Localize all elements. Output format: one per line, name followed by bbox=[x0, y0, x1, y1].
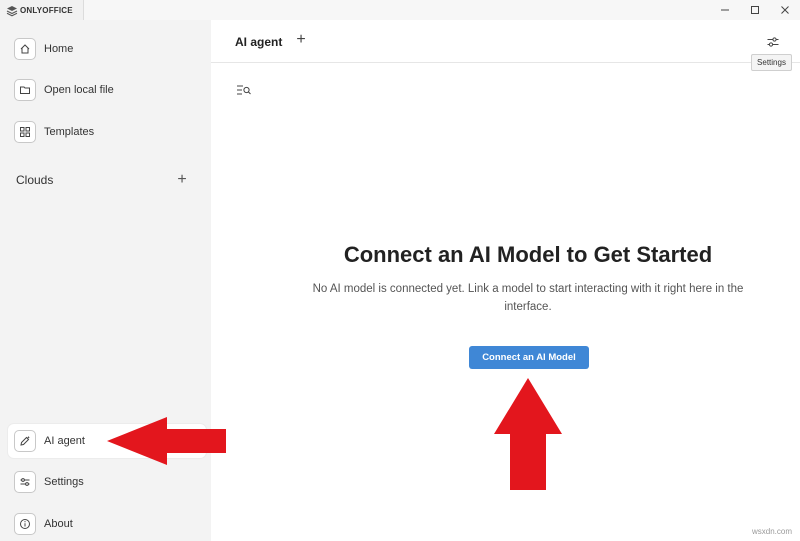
add-cloud-button[interactable]: + bbox=[175, 171, 189, 189]
sidebar-item-label: AI agent bbox=[44, 435, 85, 447]
sidebar-item-label: About bbox=[44, 518, 73, 530]
settings-toggle-button[interactable] bbox=[764, 33, 782, 51]
connect-ai-model-button[interactable]: Connect an AI Model bbox=[469, 346, 589, 369]
settings-sliders-icon bbox=[14, 471, 36, 493]
sidebar-item-templates[interactable]: Templates bbox=[8, 115, 206, 149]
red-arrow-left-icon bbox=[107, 417, 226, 465]
page-title: AI agent bbox=[235, 35, 283, 49]
main-header: AI agent + bbox=[211, 20, 800, 63]
clouds-heading: Clouds bbox=[16, 173, 54, 187]
minimize-button[interactable] bbox=[710, 0, 740, 20]
sidebar-item-settings[interactable]: Settings bbox=[8, 465, 206, 499]
settings-sliders-icon bbox=[767, 37, 779, 47]
chat-history-icon[interactable] bbox=[236, 83, 252, 97]
sidebar-item-label: Settings bbox=[44, 476, 84, 488]
empty-state-heading: Connect an AI Model to Get Started bbox=[343, 242, 713, 267]
window-controls bbox=[710, 0, 800, 20]
sidebar-item-label: Home bbox=[44, 43, 74, 55]
ai-agent-icon bbox=[14, 430, 36, 452]
title-bar: ONLYOFFICE bbox=[0, 0, 800, 20]
sidebar-item-open-local-file[interactable]: Open local file bbox=[8, 73, 206, 107]
templates-icon bbox=[14, 121, 36, 143]
onlyoffice-logo-icon bbox=[6, 4, 18, 17]
new-chat-button[interactable]: + bbox=[293, 31, 309, 49]
settings-tooltip: Settings bbox=[751, 54, 792, 71]
sidebar-item-label: Open local file bbox=[44, 84, 114, 96]
empty-state-description: No AI model is connected yet. Link a mod… bbox=[312, 283, 744, 313]
sidebar-item-about[interactable]: About bbox=[8, 507, 206, 541]
red-arrow-up-icon bbox=[494, 378, 562, 490]
app-name: ONLYOFFICE bbox=[20, 5, 73, 15]
maximize-button[interactable] bbox=[740, 0, 770, 20]
sidebar-item-home[interactable]: Home bbox=[8, 32, 206, 66]
info-icon bbox=[14, 513, 36, 535]
watermark: wsxdn.com bbox=[751, 527, 792, 536]
sidebar-item-label: Templates bbox=[44, 126, 95, 138]
close-button[interactable] bbox=[770, 0, 800, 20]
app-tab[interactable]: ONLYOFFICE bbox=[0, 0, 84, 20]
home-icon bbox=[14, 38, 36, 60]
folder-icon bbox=[14, 79, 36, 101]
